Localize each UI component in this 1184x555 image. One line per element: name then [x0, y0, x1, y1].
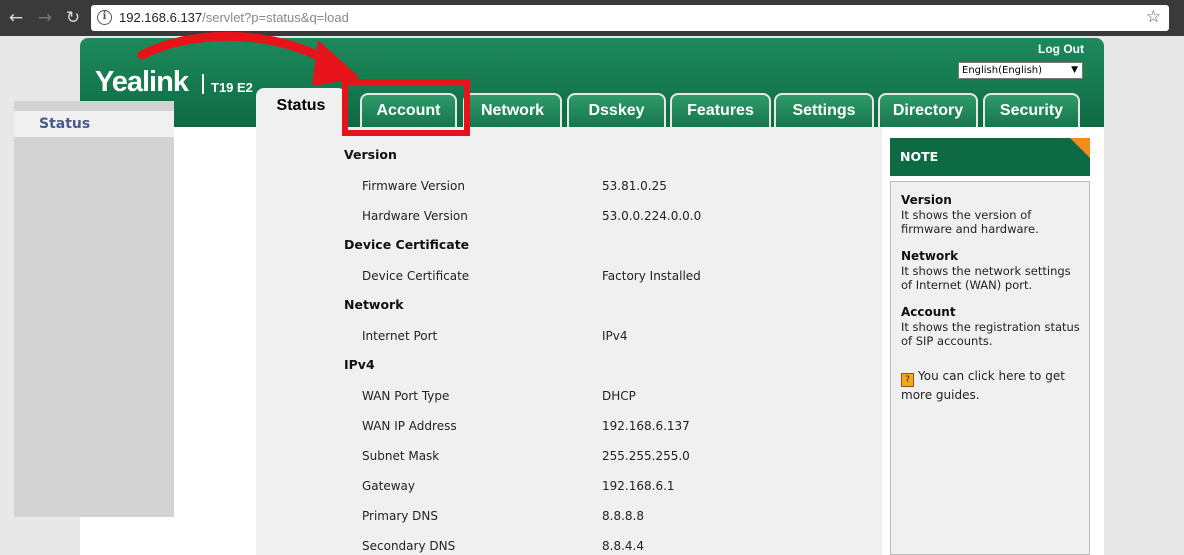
arrow-head	[312, 40, 360, 86]
arrow-shaft	[137, 31, 335, 67]
annotation-arrow	[137, 31, 360, 86]
